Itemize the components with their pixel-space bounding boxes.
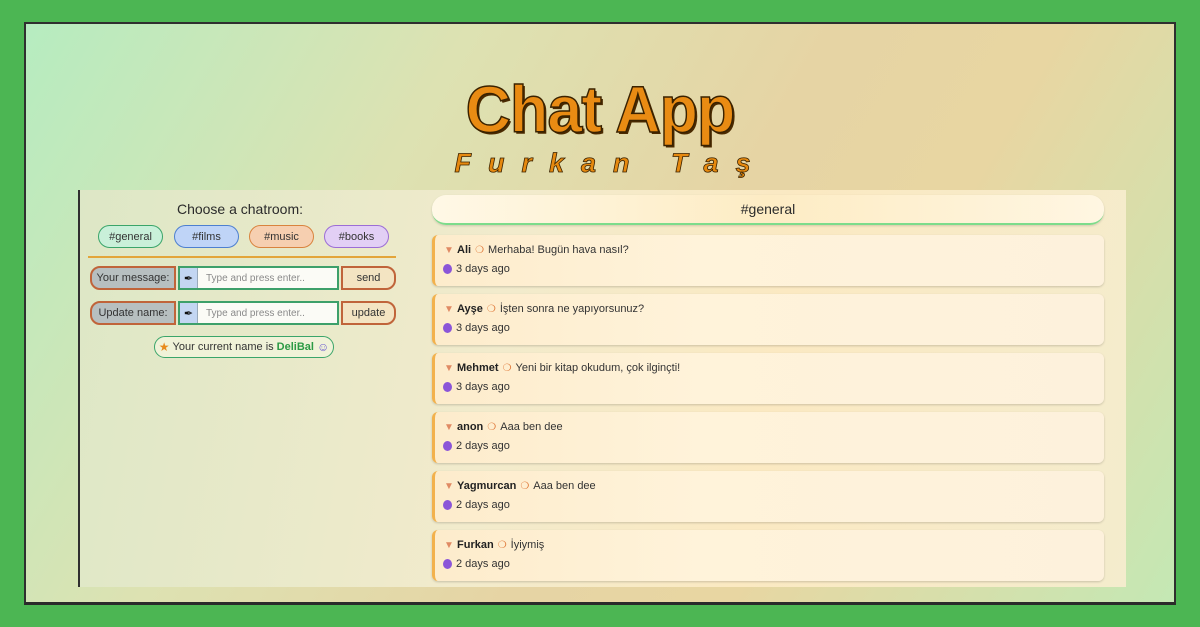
pin-icon: ▼ — [444, 539, 454, 551]
message-text: İyiymiş — [510, 539, 545, 551]
room-films-button[interactable]: #films — [174, 225, 239, 248]
app-title: Chat App — [465, 72, 736, 146]
current-name-badge: ★ Your current name is DeliBal ☺ — [154, 336, 334, 358]
send-button[interactable]: send — [341, 266, 396, 290]
current-name-value: DeliBal — [276, 341, 314, 353]
message-input-wrapper: ✒ — [178, 266, 339, 290]
chatroom-header: #general — [432, 195, 1104, 225]
pin-icon: ▼ — [444, 303, 454, 315]
message-input[interactable] — [198, 269, 334, 287]
pin-icon: ▼ — [444, 244, 454, 256]
pin-icon: ▼ — [444, 421, 454, 433]
name-input-wrapper: ✒ — [178, 301, 339, 325]
message-time: 3 days ago — [456, 322, 510, 334]
message-form: Your message: ✒ send — [90, 266, 396, 290]
chat-app-window: Choose a chatroom: #general #films #musi… — [78, 190, 1126, 587]
chat-bubble-icon: ❍ — [486, 303, 496, 315]
pen-icon: ✒ — [180, 303, 198, 323]
message-text: Aaa ben dee — [500, 421, 563, 433]
message-item: ▼ Furkan ❍ İyiymiş 2 days ago — [432, 530, 1104, 581]
message-author: Furkan — [457, 539, 494, 551]
message-item: ▼ Ali ❍ Merhaba! Bugün hava nasıl? 3 days a… — [432, 235, 1104, 286]
room-general-button[interactable]: #general — [98, 225, 163, 248]
message-author: Yagmurcan — [457, 480, 517, 492]
name-input[interactable] — [198, 304, 334, 322]
pin-icon: ▼ — [444, 362, 454, 374]
pen-icon: ✒ — [180, 268, 198, 288]
choose-chatroom-label: Choose a chatroom: — [176, 201, 304, 217]
message-item: ▼ Mehmet ❍ Yeni bir kitap okudum, çok ilgin… — [432, 353, 1104, 404]
clock-icon — [443, 264, 452, 274]
room-music-button[interactable]: #music — [249, 225, 314, 248]
message-author: Ali — [457, 244, 472, 256]
message-item: ▼ anon ❍ Aaa ben dee 2 days ago — [432, 412, 1104, 463]
message-time: 3 days ago — [456, 381, 510, 393]
clock-icon — [443, 382, 452, 392]
update-name-form: Update name: ✒ update — [90, 301, 396, 325]
message-label: Your message: — [90, 266, 176, 290]
update-name-label: Update name: — [90, 301, 176, 325]
message-time: 2 days ago — [456, 499, 510, 511]
message-text: Yeni bir kitap okudum, çok ilginçti! — [515, 362, 681, 374]
clock-icon — [443, 500, 452, 510]
message-author: Ayşe — [457, 303, 483, 315]
chat-bubble-icon: ❍ — [487, 421, 497, 433]
message-text: İşten sonra ne yapıyorsunuz? — [499, 303, 645, 315]
banner-frame: Chat App Furkan Taş Choose a chatroom: #… — [24, 22, 1176, 605]
message-text: Merhaba! Bugün hava nasıl? — [488, 244, 629, 256]
chat-bubble-icon: ❍ — [475, 244, 485, 256]
chat-bubble-icon: ❍ — [502, 362, 512, 374]
clock-icon — [443, 559, 452, 569]
message-text: Aaa ben dee — [533, 480, 596, 492]
chatroom-list: #general #films #music #books — [98, 225, 398, 249]
room-books-button[interactable]: #books — [324, 225, 389, 248]
update-button[interactable]: update — [341, 301, 396, 325]
clock-icon — [443, 323, 452, 333]
message-time: 2 days ago — [456, 440, 510, 452]
message-time: 2 days ago — [456, 558, 510, 570]
sidebar-divider — [88, 256, 396, 258]
smile-icon: ☺ — [316, 340, 330, 354]
current-name-prefix: Your current name is — [172, 341, 274, 353]
message-item: ▼ Yagmurcan ❍ Aaa ben dee 2 days ago — [432, 471, 1104, 522]
message-time: 3 days ago — [456, 263, 510, 275]
message-author: Mehmet — [457, 362, 499, 374]
pin-icon: ▼ — [444, 480, 454, 492]
chat-bubble-icon: ❍ — [497, 539, 507, 551]
chat-bubble-icon: ❍ — [520, 480, 530, 492]
sidebar: Choose a chatroom: #general #films #musi… — [80, 190, 400, 587]
clock-icon — [443, 441, 452, 451]
app-subtitle: Furkan Taş — [454, 148, 768, 179]
star-icon: ★ — [158, 340, 170, 354]
message-item: ▼ Ayşe ❍ İşten sonra ne yapıyorsunuz? 3 day… — [432, 294, 1104, 345]
message-author: anon — [457, 421, 484, 433]
